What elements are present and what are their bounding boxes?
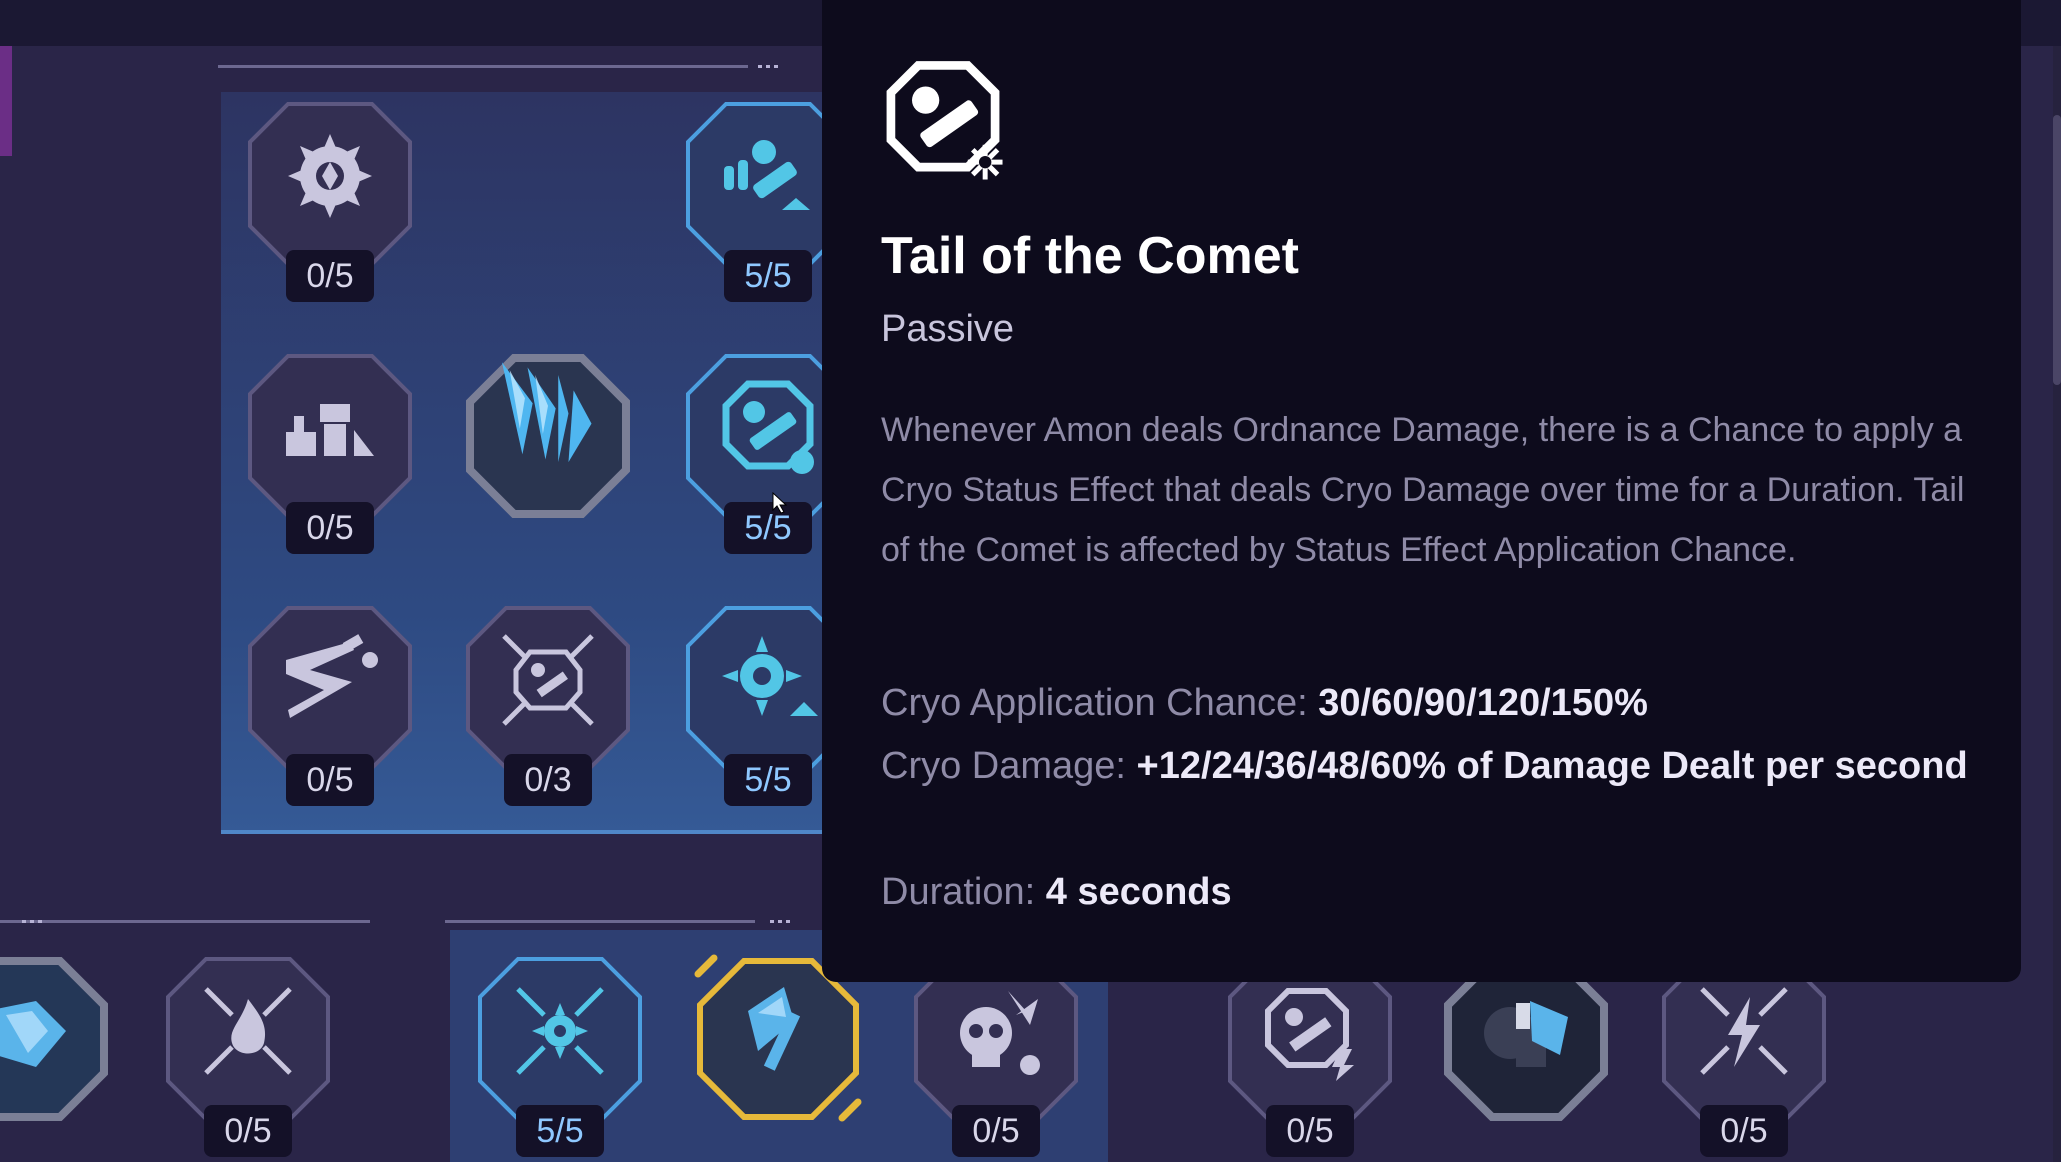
skill-type: Passive	[881, 308, 1015, 350]
scrollbar-thumb[interactable]	[2053, 115, 2061, 385]
skill-title: Tail of the Comet	[881, 227, 1299, 285]
rank-counter: 0/5	[286, 754, 374, 806]
rank-counter: 5/5	[516, 1105, 604, 1157]
skill-node-snowflake-burst[interactable]: 0/5	[246, 100, 414, 302]
side-accent	[0, 46, 12, 156]
crossed-lightning-icon	[1700, 987, 1788, 1075]
crossed-snowflake-icon	[516, 987, 604, 1075]
ice-shield-icon	[0, 1001, 66, 1067]
branch-panel-underline	[221, 830, 841, 834]
rank-counter: 0/5	[286, 502, 374, 554]
stat-label: Cryo Damage:	[881, 745, 1126, 787]
cryo-gauntlet-icon	[1484, 1001, 1568, 1067]
branch-divider-bottom-mid	[445, 920, 755, 923]
rank-counter: 0/5	[1700, 1105, 1788, 1157]
rank-counter: 5/5	[724, 502, 812, 554]
branch-divider-top	[218, 65, 748, 68]
stat-value: 30/60/90/120/150%	[1318, 682, 1648, 724]
branch-divider-dots	[770, 920, 794, 923]
stat-label: Cryo Application Chance:	[881, 682, 1308, 724]
stat-line: Cryo Application Chance: 30/60/90/120/15…	[881, 672, 1981, 735]
branch-divider-dots	[22, 920, 46, 923]
dash-icon	[286, 634, 378, 718]
skill-node-ice-crystal[interactable]	[464, 352, 632, 520]
skill-node-fire[interactable]: 0/5	[164, 955, 332, 1157]
stat-line: Cryo Damage: +12/24/36/48/60% of Damage …	[881, 735, 1981, 798]
crossed-launcher-icon	[502, 634, 594, 726]
rank-counter: 5/5	[724, 754, 812, 806]
branch-divider-dots	[758, 65, 782, 68]
rank-counter: 0/5	[204, 1105, 292, 1157]
launcher-upgrade-icon	[724, 140, 810, 210]
grenade-launcher-snowflake-icon	[722, 380, 814, 474]
skill-node-ammo-supply[interactable]: 0/5	[246, 352, 414, 554]
skull-frost-icon	[960, 991, 1040, 1075]
rank-counter: 0/3	[504, 754, 592, 806]
stat-value: +12/24/36/48/60% of Damage Dealt per sec…	[1136, 745, 1968, 787]
ammo-supply-icon	[286, 404, 374, 456]
skill-node-ice-shield[interactable]	[0, 955, 110, 1123]
mouse-cursor-icon	[772, 492, 788, 514]
frost-star-icon	[722, 636, 818, 716]
skill-node-crossed-snowflake[interactable]: 5/5	[476, 955, 644, 1157]
skill-description: Whenever Amon deals Ordnance Damage, the…	[881, 411, 1965, 569]
ice-crystal-icon	[501, 362, 592, 463]
stat-label: Duration:	[881, 871, 1036, 913]
skill-node-crossed-launcher[interactable]: 0/3	[464, 604, 632, 806]
rank-counter: 0/5	[1266, 1105, 1354, 1157]
skill-node-dash[interactable]: 0/5	[246, 604, 414, 806]
stat-value: 4 seconds	[1045, 871, 1232, 913]
skill-tooltip: Tail of the Comet Passive Whenever Amon …	[822, 0, 2021, 982]
branch-divider-bottom-left	[0, 920, 370, 923]
stat-line: Duration: 4 seconds	[881, 861, 1981, 924]
fire-icon	[204, 987, 292, 1075]
launcher-lightning-icon	[1265, 988, 1354, 1081]
snowflake-burst-icon	[288, 134, 372, 218]
rank-counter: 0/5	[952, 1105, 1040, 1157]
rank-counter: 0/5	[286, 250, 374, 302]
rank-counter: 5/5	[724, 250, 812, 302]
grenade-launcher-snowflake-icon	[886, 61, 1003, 180]
